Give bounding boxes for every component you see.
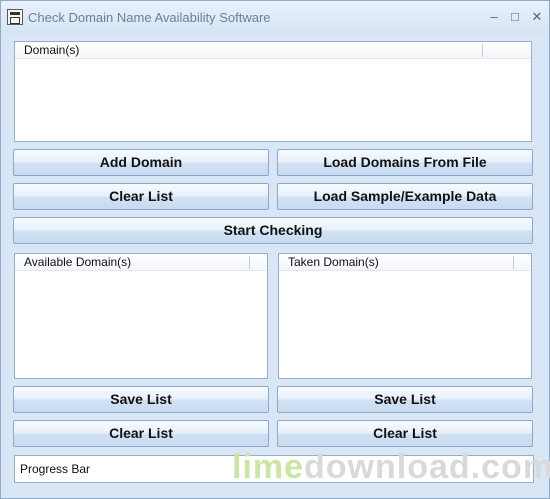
app-icon (7, 9, 23, 25)
available-header-label: Available Domain(s) (24, 255, 132, 269)
start-checking-button[interactable]: Start Checking (13, 217, 533, 244)
watermark-download: download.com (304, 448, 550, 486)
app-window: Check Domain Name Availability Software … (0, 0, 550, 499)
watermark-lime: lime (232, 448, 305, 486)
taken-save-list-button[interactable]: Save List (277, 386, 533, 413)
taken-domains-list[interactable]: Taken Domain(s) (278, 253, 532, 379)
load-sample-data-button[interactable]: Load Sample/Example Data (277, 183, 533, 210)
load-domains-from-file-button[interactable]: Load Domains From File (277, 149, 533, 176)
domains-column-header[interactable]: Domain(s) (15, 42, 531, 59)
close-icon[interactable]: ✕ (526, 8, 548, 26)
column-separator (249, 256, 250, 269)
add-domain-button[interactable]: Add Domain (13, 149, 269, 176)
available-column-header[interactable]: Available Domain(s) (15, 254, 267, 271)
domains-header-label: Domain(s) (24, 43, 80, 57)
column-separator (513, 256, 514, 269)
domains-list[interactable]: Domain(s) (14, 41, 532, 142)
taken-clear-list-button[interactable]: Clear List (277, 420, 533, 447)
maximize-icon[interactable]: □ (504, 8, 526, 26)
window-title: Check Domain Name Availability Software (28, 10, 271, 25)
client-area: Domain(s) Add Domain Load Domains From F… (4, 34, 546, 496)
available-domains-list[interactable]: Available Domain(s) (14, 253, 268, 379)
minimize-icon[interactable]: – (483, 8, 505, 26)
taken-header-label: Taken Domain(s) (288, 255, 379, 269)
taken-column-header[interactable]: Taken Domain(s) (279, 254, 531, 271)
watermark-logo: limedownload.com (232, 447, 550, 487)
column-separator (482, 44, 483, 57)
progress-label: Progress Bar (20, 462, 91, 476)
title-bar[interactable]: Check Domain Name Availability Software … (1, 1, 549, 34)
available-clear-list-button[interactable]: Clear List (13, 420, 269, 447)
clear-list-button[interactable]: Clear List (13, 183, 269, 210)
available-save-list-button[interactable]: Save List (13, 386, 269, 413)
